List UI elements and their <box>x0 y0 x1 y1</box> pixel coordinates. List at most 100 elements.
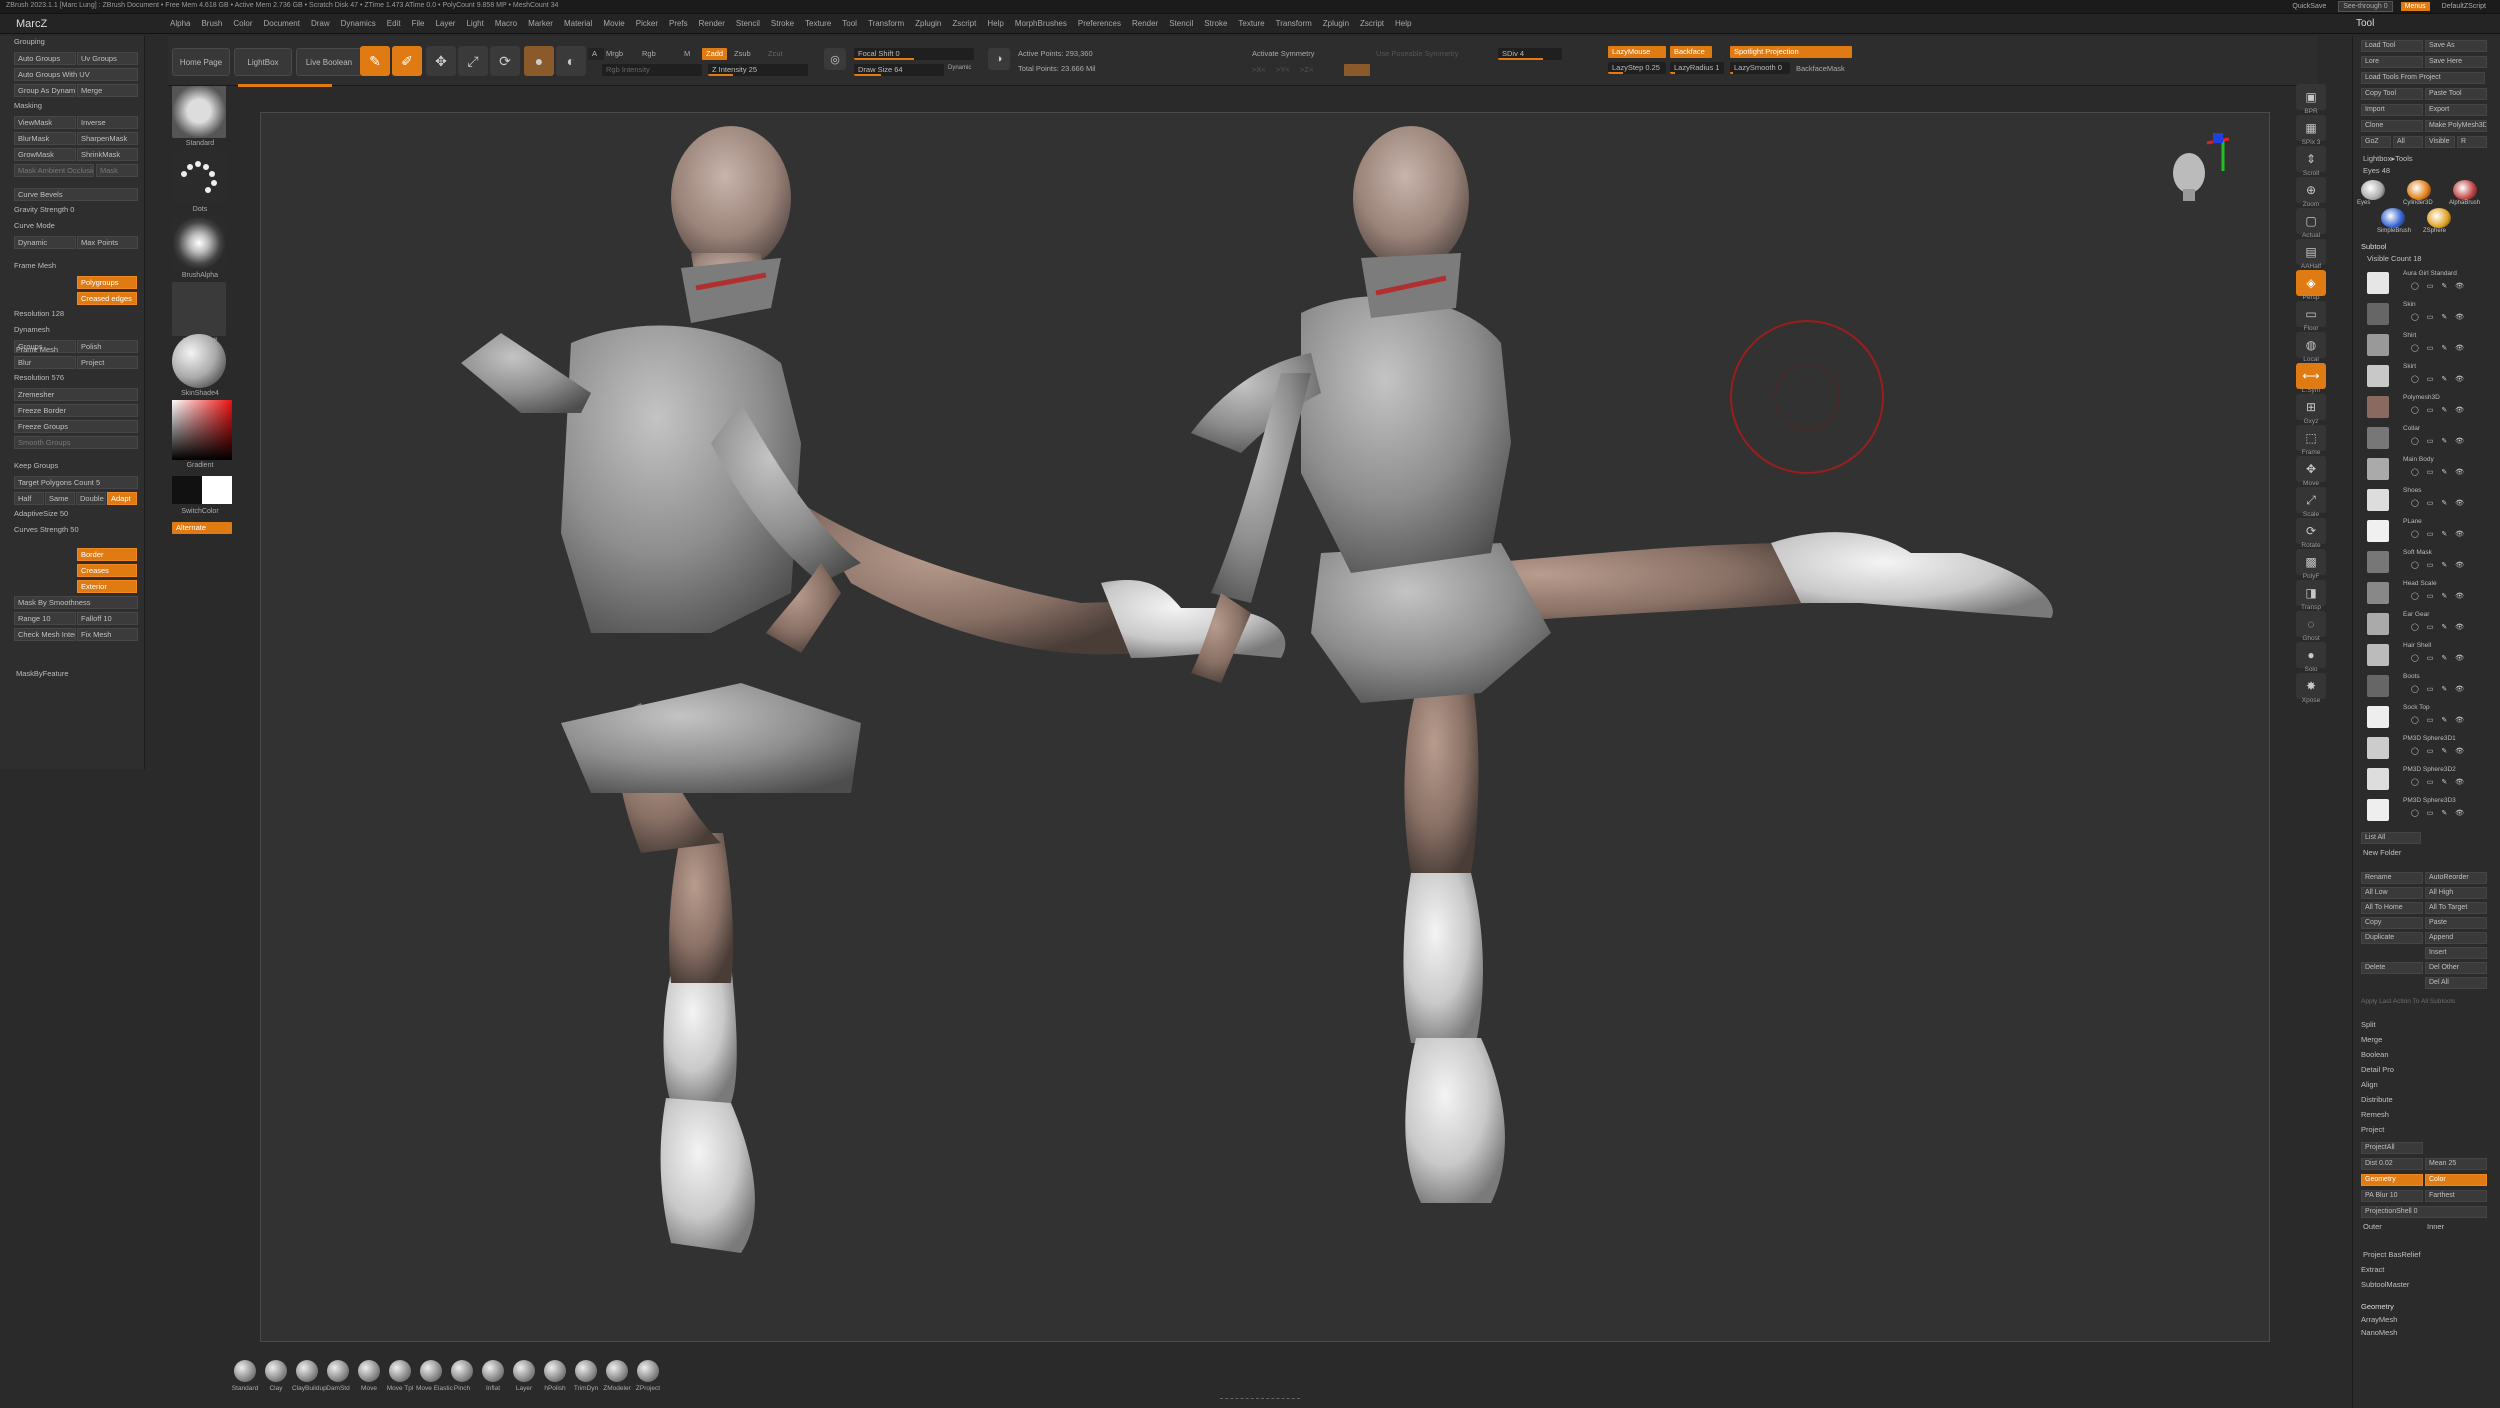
view-button[interactable]: ◌ <box>2296 611 2326 637</box>
view-button[interactable]: ⊞ <box>2296 394 2326 420</box>
zsub-button[interactable]: Zsub <box>734 49 751 58</box>
home-page-button[interactable]: Home Page <box>172 48 230 76</box>
subtool-action-button[interactable]: Del All <box>2425 977 2487 989</box>
tool-button[interactable]: R <box>2457 136 2487 148</box>
standard-brush-thumb[interactable] <box>172 84 226 138</box>
subtool-item[interactable]: Shoes ◯ ▭ ✎ 👁 <box>2367 487 2495 515</box>
tray-button[interactable]: Target Polygons Count 5 <box>14 476 138 489</box>
subtool-item[interactable]: PM3D Sphere3D3 ◯ ▭ ✎ 👁 <box>2367 797 2495 825</box>
draw-size-slider[interactable]: Draw Size 64 <box>854 64 944 76</box>
subtool-visibility-icons[interactable]: ◯ ▭ ✎ 👁 <box>2411 716 2467 724</box>
tool-button[interactable]: Export <box>2425 104 2487 116</box>
subtool-visibility-icons[interactable]: ◯ ▭ ✎ 👁 <box>2411 685 2467 693</box>
view-button[interactable]: ▩ <box>2296 549 2326 575</box>
tray-button[interactable]: ShrinkMask <box>77 148 138 161</box>
menu-item[interactable]: Render <box>699 19 725 28</box>
subtool-item[interactable]: PM3D Sphere3D2 ◯ ▭ ✎ 👁 <box>2367 766 2495 794</box>
tray-button[interactable]: Same <box>45 492 75 505</box>
tray-button[interactable]: Max Points <box>77 236 138 249</box>
spotlight-projection-toggle[interactable]: Spotlight Projection <box>1730 46 1852 58</box>
tray-button[interactable]: Mask By Smoothness <box>14 596 138 609</box>
lightbox-tools-label[interactable]: Lightbox▸Tools <box>2363 154 2413 163</box>
subtool-visibility-icons[interactable]: ◯ ▭ ✎ 👁 <box>2411 282 2467 290</box>
tray-button[interactable]: Check Mesh Integrity <box>14 628 76 641</box>
view-button[interactable]: ⊕ <box>2296 177 2326 203</box>
lazysmooth-slider[interactable]: LazySmooth 0 <box>1730 62 1790 74</box>
menu-item[interactable]: Alpha <box>170 19 190 28</box>
tray-button[interactable]: Curve Bevels <box>14 188 138 201</box>
draw-mode-button[interactable]: ✐ <box>392 46 422 76</box>
brush-slot[interactable]: ClayBuildup <box>292 1360 327 1392</box>
subtool-action-button[interactable]: AutoReorder <box>2425 872 2487 884</box>
tool-button[interactable]: Save Here <box>2425 56 2487 68</box>
subtool-action-button[interactable]: Del Other <box>2425 962 2487 974</box>
menu-item[interactable]: Layer <box>435 19 455 28</box>
tray-button[interactable]: Project <box>77 356 138 369</box>
backface-mask-toggle[interactable]: BackfaceMask <box>1796 64 1845 73</box>
activate-symmetry-button[interactable]: Activate Symmetry <box>1252 49 1315 58</box>
rgb-intensity-slider[interactable]: Rgb Intensity <box>602 64 702 76</box>
subtool-action-button[interactable]: Delete <box>2361 962 2423 974</box>
subtool-action-button[interactable]: All To Home <box>2361 902 2423 914</box>
menu-item[interactable]: Zplugin <box>1323 19 1349 28</box>
subtool-item[interactable]: Boots ◯ ▭ ✎ 👁 <box>2367 673 2495 701</box>
tray-toggle[interactable]: Creases <box>77 564 137 577</box>
subtool-section[interactable]: Merge <box>2361 1035 2382 1044</box>
arraymesh-section[interactable]: ArrayMesh <box>2361 1315 2397 1324</box>
subtool-action-button[interactable]: Duplicate <box>2361 932 2423 944</box>
menu-item[interactable]: Zscript <box>952 19 976 28</box>
subtool-section[interactable]: Align <box>2361 1080 2378 1089</box>
subtool-visibility-icons[interactable]: ◯ ▭ ✎ 👁 <box>2411 747 2467 755</box>
menu-item[interactable]: Picker <box>636 19 658 28</box>
view-button[interactable]: ✥ <box>2296 456 2326 482</box>
nanomesh-section[interactable]: NanoMesh <box>2361 1328 2397 1337</box>
subtool-item[interactable]: PLane ◯ ▭ ✎ 👁 <box>2367 518 2495 546</box>
subtool-section[interactable]: Boolean <box>2361 1050 2389 1059</box>
lazymouse-toggle[interactable]: LazyMouse <box>1608 46 1666 58</box>
sym-x-toggle[interactable]: >X< <box>1252 65 1266 74</box>
tray-button[interactable]: Double <box>76 492 106 505</box>
scale-mode-button[interactable]: ⤢ <box>458 46 488 76</box>
subtool-visibility-icons[interactable]: ◯ ▭ ✎ 👁 <box>2411 375 2467 383</box>
lazystep-slider[interactable]: LazyStep 0.25 <box>1608 62 1666 74</box>
brush-slot[interactable]: Standard <box>230 1360 260 1392</box>
projection-shell-slider[interactable]: ProjectionShell 0 <box>2361 1206 2487 1218</box>
menu-item[interactable]: Texture <box>1238 19 1264 28</box>
view-button[interactable]: ⬚ <box>2296 425 2326 451</box>
mrgb-button[interactable]: Mrgb <box>606 49 623 58</box>
menu-item[interactable]: Zplugin <box>915 19 941 28</box>
menu-item[interactable]: Light <box>466 19 483 28</box>
subtool-item[interactable]: PM3D Sphere3D1 ◯ ▭ ✎ 👁 <box>2367 735 2495 763</box>
mean-slider[interactable]: Mean 25 <box>2425 1158 2487 1170</box>
tray-button[interactable]: Blur <box>14 356 76 369</box>
dynamic-toggle[interactable]: Dynamic <box>948 65 971 71</box>
view-button[interactable]: ⇕ <box>2296 146 2326 172</box>
subtool-visibility-icons[interactable]: ◯ ▭ ✎ 👁 <box>2411 654 2467 662</box>
tool-button[interactable]: GoZ <box>2361 136 2391 148</box>
menu-item[interactable]: Edit <box>387 19 401 28</box>
subtool-item[interactable]: Shirt ◯ ▭ ✎ 👁 <box>2367 332 2495 360</box>
subtool-item[interactable]: Main Body ◯ ▭ ✎ 👁 <box>2367 456 2495 484</box>
subtool-master-section[interactable]: SubtoolMaster <box>2361 1280 2409 1289</box>
menu-item[interactable]: MorphBrushes <box>1015 19 1067 28</box>
menu-item[interactable]: Help <box>987 19 1003 28</box>
menu-item[interactable]: Brush <box>201 19 222 28</box>
sym-y-toggle[interactable]: >Y< <box>1276 65 1290 74</box>
menu-item[interactable]: Stroke <box>1204 19 1227 28</box>
subtool-visibility-icons[interactable]: ◯ ▭ ✎ 👁 <box>2411 778 2467 786</box>
tool-button[interactable]: Lore <box>2361 56 2423 68</box>
menu-item[interactable]: Transform <box>868 19 904 28</box>
tray-toggle[interactable]: Creased edges <box>77 292 137 305</box>
subtool-item[interactable]: Polymesh3D ◯ ▭ ✎ 👁 <box>2367 394 2495 422</box>
menu-item[interactable]: Color <box>233 19 252 28</box>
menu-item[interactable]: Texture <box>805 19 831 28</box>
tray-button[interactable]: Fix Mesh <box>77 628 138 641</box>
subtool-action-button[interactable]: All Low <box>2361 887 2423 899</box>
view-button[interactable]: ⟷ <box>2296 363 2326 389</box>
view-button[interactable]: ✸ <box>2296 673 2326 699</box>
view-button[interactable]: ● <box>2296 642 2326 668</box>
brush-slot[interactable]: DamStd <box>323 1360 353 1392</box>
tool-thumbnail[interactable] <box>2427 208 2451 228</box>
tray-button[interactable]: Auto Groups <box>14 52 76 65</box>
menu-item[interactable]: Stencil <box>736 19 760 28</box>
